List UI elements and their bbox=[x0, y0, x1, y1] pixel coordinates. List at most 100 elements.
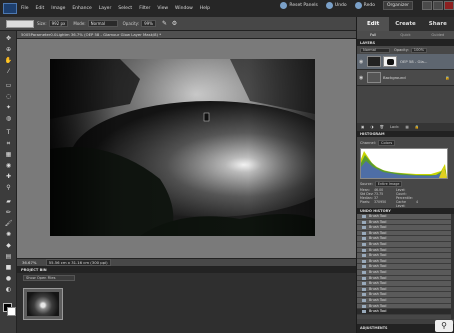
reset-panels-button[interactable]: Reset Panels bbox=[280, 2, 318, 9]
zoom-status[interactable]: 36.67% bbox=[20, 260, 38, 265]
magic-wand-tool-icon[interactable]: ✦ bbox=[4, 103, 13, 112]
smart-brush-tool-icon[interactable]: ✺ bbox=[4, 230, 13, 239]
type-tool-icon[interactable]: T bbox=[4, 128, 13, 137]
canvas-area[interactable] bbox=[17, 39, 356, 258]
source-label: Source: bbox=[360, 182, 373, 186]
document-tab[interactable]: 5005Parameter0.0Lightm 36.7% (OEP 58 - G… bbox=[17, 31, 356, 39]
tab-quick[interactable]: Quick bbox=[389, 31, 421, 39]
menu-help[interactable]: Help bbox=[200, 6, 210, 11]
opacity-label: Opacity: bbox=[122, 21, 140, 26]
redo-label: Redo bbox=[363, 3, 375, 8]
pencil-tool-icon[interactable]: ✏ bbox=[4, 208, 13, 217]
maximize-button[interactable] bbox=[433, 1, 443, 10]
menu-image[interactable]: Image bbox=[51, 6, 65, 11]
magnifier-icon[interactable]: ⚲ bbox=[435, 320, 453, 332]
airbrush-icon[interactable]: ✎ bbox=[161, 20, 168, 27]
background-color-swatch[interactable] bbox=[7, 307, 16, 316]
clone-stamp-tool-icon[interactable]: ⚲ bbox=[4, 183, 13, 192]
tablet-options-icon[interactable]: ⚙ bbox=[171, 20, 178, 27]
menu-bar: File Edit Image Enhance Layer Select Fil… bbox=[0, 0, 454, 17]
sponge-tool-icon[interactable]: ◐ bbox=[4, 285, 13, 294]
layer-name: Background bbox=[383, 75, 406, 80]
tab-guided[interactable]: Guided bbox=[422, 31, 454, 39]
tab-full[interactable]: Full bbox=[357, 31, 389, 39]
eraser-tool-icon[interactable]: ▰ bbox=[4, 197, 13, 206]
eyedropper-tool-icon[interactable]: ⁄ bbox=[4, 67, 13, 76]
histogram-svg bbox=[361, 151, 447, 178]
channel-select[interactable]: Colors bbox=[377, 140, 396, 146]
adjustment-layer-icon[interactable]: ◑ bbox=[370, 125, 373, 129]
menu-filter[interactable]: Filter bbox=[139, 6, 150, 11]
layer-mask-thumbnail[interactable] bbox=[383, 56, 397, 67]
close-button[interactable] bbox=[444, 1, 454, 10]
visibility-eye-icon[interactable]: ◉ bbox=[359, 59, 365, 65]
red-eye-tool-icon[interactable]: ◉ bbox=[4, 161, 13, 170]
redo-icon bbox=[354, 2, 362, 9]
blend-mode-select[interactable]: Normal bbox=[360, 47, 390, 53]
visibility-eye-icon[interactable]: ◉ bbox=[359, 75, 365, 81]
menu-window[interactable]: Window bbox=[175, 6, 193, 11]
zoom-tool-icon[interactable]: ⊕ bbox=[4, 45, 13, 54]
lake-photo bbox=[50, 59, 315, 236]
layer-row[interactable]: ◉ OEP 58 - Gla... bbox=[357, 54, 454, 70]
menu-layer[interactable]: Layer bbox=[99, 6, 112, 11]
undo-button[interactable]: Undo bbox=[325, 2, 347, 9]
organizer-button[interactable]: Organizer bbox=[382, 1, 413, 10]
gradient-tool-icon[interactable]: ▤ bbox=[4, 252, 13, 261]
brush-tool-icon[interactable]: 🖌 bbox=[4, 219, 13, 228]
menu-file[interactable]: File bbox=[21, 6, 29, 11]
mode-select[interactable]: Normal bbox=[87, 20, 118, 27]
lock-icon: 🔒 bbox=[445, 75, 450, 80]
layers-toolbar: ▣ ◑ 🗑 Lock: ▦ 🔒 bbox=[357, 123, 454, 131]
list-item[interactable]: Brush Tool bbox=[357, 309, 454, 315]
lock-all-icon[interactable]: 🔒 bbox=[415, 125, 419, 129]
marquee-tool-icon[interactable]: ▭ bbox=[4, 81, 13, 90]
crop-tool-icon[interactable]: ⌗ bbox=[4, 139, 13, 148]
thumbnail-image bbox=[27, 292, 59, 316]
tab-share[interactable]: Share bbox=[422, 17, 454, 31]
blur-tool-icon[interactable]: ● bbox=[4, 274, 13, 283]
stat-value: 370950 bbox=[374, 200, 387, 204]
layers-controls: Normal Opacity: 100% bbox=[357, 46, 454, 54]
menu-enhance[interactable]: Enhance bbox=[72, 6, 91, 11]
tab-edit[interactable]: Edit bbox=[357, 17, 390, 31]
undo-history-list[interactable]: Brush Tool Brush Tool Brush Tool Brush T… bbox=[357, 214, 454, 319]
hand-tool-icon[interactable]: ✋ bbox=[4, 56, 13, 65]
layer-opacity-field[interactable]: 100% bbox=[410, 47, 428, 53]
minimize-button[interactable] bbox=[422, 1, 432, 10]
toolbox: ✥ ⊕ ✋ ⁄ ▭ ◌ ✦ ◍ T ⌗ ▦ ◉ ✚ ⚲ ▰ ✏ 🖌 ✺ ◆ ▤ … bbox=[0, 31, 17, 333]
move-tool-icon[interactable]: ✥ bbox=[4, 34, 13, 43]
channel-row: Channel: Colors bbox=[360, 140, 396, 146]
brush-preset-picker[interactable] bbox=[6, 19, 34, 28]
mode-label: Mode: bbox=[73, 21, 86, 26]
quick-selection-tool-icon[interactable]: ◍ bbox=[4, 114, 13, 123]
document-image[interactable] bbox=[50, 59, 315, 236]
size-field[interactable]: 992 px bbox=[48, 20, 69, 27]
menu-view[interactable]: View bbox=[157, 6, 168, 11]
source-select[interactable]: Entire Image bbox=[374, 181, 403, 187]
menu-select[interactable]: Select bbox=[118, 6, 132, 11]
lasso-tool-icon[interactable]: ◌ bbox=[4, 92, 13, 101]
recompose-tool-icon[interactable]: ▦ bbox=[4, 150, 13, 159]
opacity-field[interactable]: 99% bbox=[141, 20, 156, 27]
project-bin-selector[interactable]: Show Open Files bbox=[23, 275, 75, 281]
histogram-graph bbox=[360, 148, 448, 179]
lock-pixels-icon[interactable]: ▦ bbox=[406, 125, 409, 129]
edit-submode-tabs: Full Quick Guided bbox=[357, 31, 454, 40]
layer-row[interactable]: ◉ Background 🔒 bbox=[357, 70, 454, 86]
shape-tool-icon[interactable]: ■ bbox=[4, 263, 13, 272]
paint-bucket-tool-icon[interactable]: ◆ bbox=[4, 241, 13, 250]
delete-layer-icon[interactable]: 🗑 bbox=[380, 125, 385, 129]
lock-label: Lock: bbox=[390, 125, 400, 129]
project-bin: PROJECT BIN Show Open Files bbox=[17, 266, 356, 333]
layer-name: OEP 58 - Gla... bbox=[400, 59, 428, 64]
open-file-thumbnail[interactable] bbox=[23, 288, 63, 320]
menu-edit[interactable]: Edit bbox=[36, 6, 45, 11]
new-layer-icon[interactable]: ▣ bbox=[361, 125, 364, 129]
spot-healing-tool-icon[interactable]: ✚ bbox=[4, 172, 13, 181]
app-logo-icon bbox=[3, 3, 17, 14]
size-label: Size: bbox=[37, 21, 47, 26]
undo-label: Undo bbox=[334, 3, 347, 8]
tab-create[interactable]: Create bbox=[389, 17, 421, 31]
redo-button[interactable]: Redo bbox=[354, 2, 375, 9]
